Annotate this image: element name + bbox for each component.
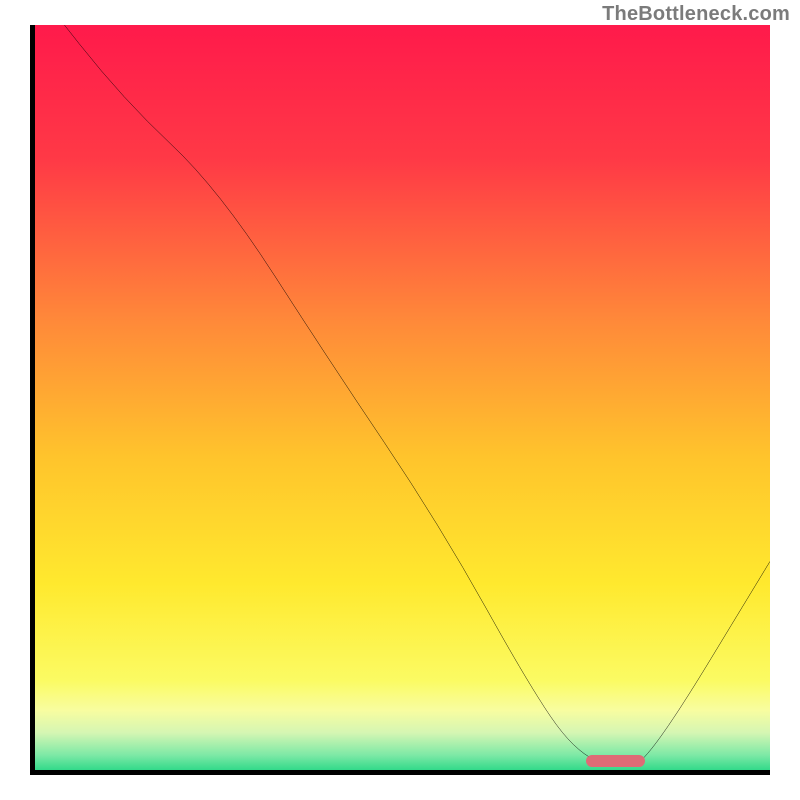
bottleneck-curve [35,25,770,766]
chart-root: TheBottleneck.com [0,0,800,800]
optimal-range-marker [586,755,645,767]
curve-layer [35,25,770,770]
watermark-text: TheBottleneck.com [602,3,790,26]
plot-area [30,25,770,775]
